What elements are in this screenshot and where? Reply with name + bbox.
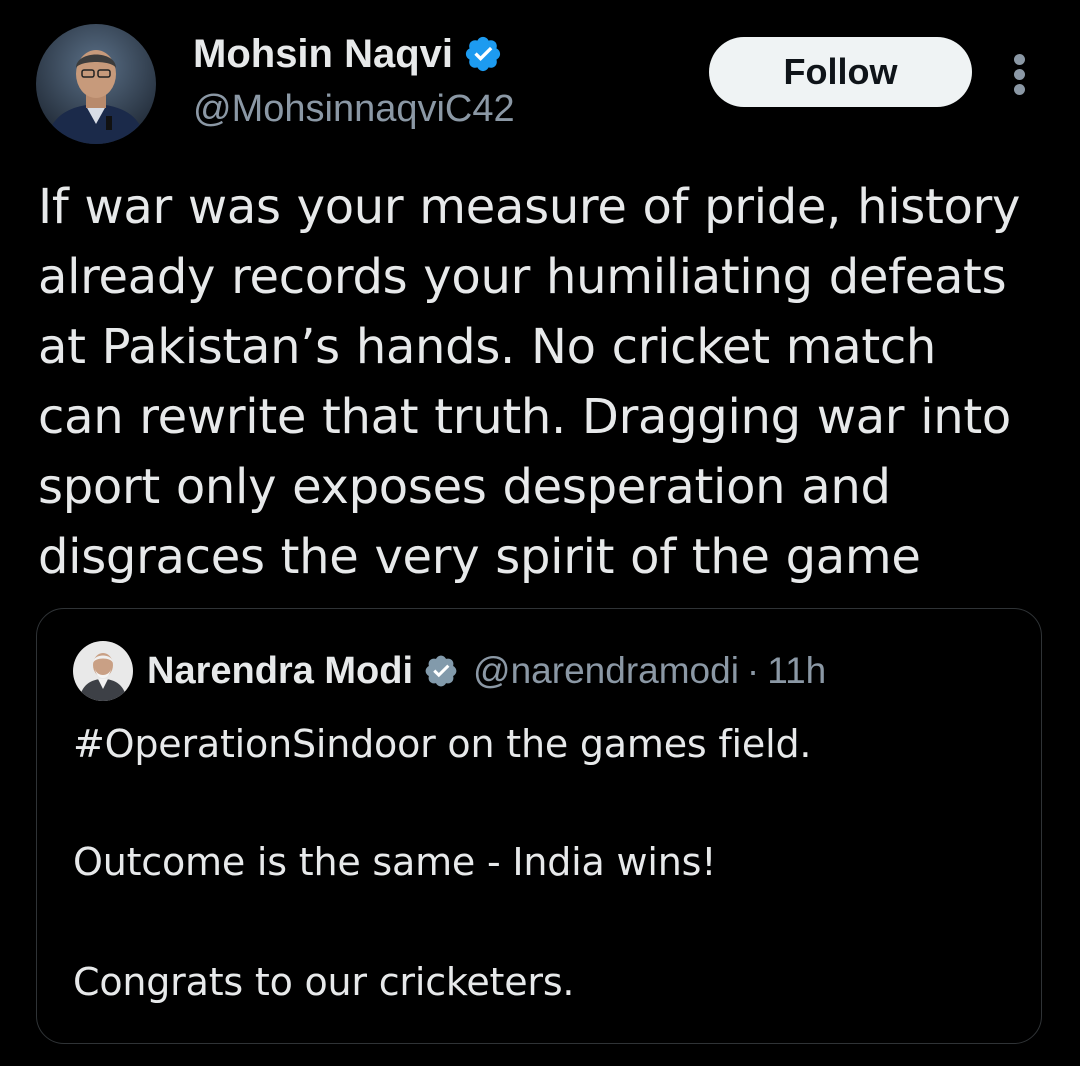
- separator-dot: ·: [746, 650, 760, 691]
- more-dot: [1014, 54, 1025, 65]
- quoted-author-name[interactable]: Narendra Modi: [147, 650, 413, 693]
- quoted-tweet-text: Outcome is the same - India wins!: [73, 840, 717, 884]
- more-dot: [1014, 84, 1025, 95]
- tweet-text-line: at Pakistan’s hands. No cricket match: [38, 319, 937, 375]
- author-handle[interactable]: @MohsinnaqviC42: [193, 84, 515, 134]
- more-options-icon[interactable]: [1005, 50, 1035, 95]
- tweet-text-line: can rewrite that truth. Dragging war int…: [38, 389, 1011, 445]
- quoted-tweet-text: #OperationSindoor on the games field.: [73, 722, 812, 766]
- verified-badge-icon: [423, 653, 459, 689]
- more-dot: [1014, 69, 1025, 80]
- author-avatar[interactable]: [36, 24, 156, 144]
- tweet-text: If war was your measure of pride, histor…: [38, 172, 1048, 592]
- tweet-text-line: already records your humiliating defeats: [38, 249, 1007, 305]
- quoted-tweet-timestamp[interactable]: 11h: [767, 650, 826, 692]
- quoted-tweet-card[interactable]: Narendra Modi @narendramodi · 11h #Opera…: [36, 608, 1042, 1044]
- tweet-text-line: sport only exposes desperation and: [38, 459, 891, 515]
- tweet-text-line: disgraces the very spirit of the game: [38, 529, 921, 585]
- author-name[interactable]: Mohsin Naqvi: [193, 28, 453, 80]
- verified-badge-icon: [463, 34, 503, 74]
- quoted-tweet-text: Congrats to our cricketers.: [73, 960, 575, 1004]
- quoted-author-avatar[interactable]: [73, 641, 133, 701]
- tweet: Mohsin Naqvi @MohsinnaqviC42 Follow If w…: [0, 0, 1080, 1066]
- quoted-author-handle[interactable]: @narendramodi: [473, 650, 739, 692]
- tweet-text-line: If war was your measure of pride, histor…: [38, 179, 1021, 235]
- quoted-tweet-header: Narendra Modi @narendramodi · 11h: [73, 641, 826, 701]
- follow-button[interactable]: Follow: [709, 37, 972, 107]
- author-name-row[interactable]: Mohsin Naqvi: [193, 28, 503, 80]
